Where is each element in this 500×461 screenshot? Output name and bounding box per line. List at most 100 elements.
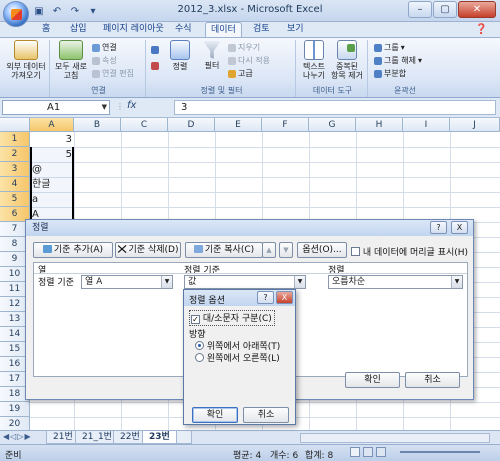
redo-icon[interactable]: ↷ (68, 4, 82, 18)
options-dialog-title: 정렬 옵션 (189, 296, 225, 306)
help-button[interactable]: ? (430, 221, 447, 234)
horizontal-scrollbar[interactable] (300, 433, 490, 443)
cell-A3[interactable]: @ (30, 162, 74, 177)
data-validation-button[interactable] (347, 42, 355, 53)
dialog-close-button[interactable]: X (451, 221, 468, 234)
row-header[interactable]: 19 (0, 402, 30, 417)
text-to-columns-button[interactable]: 텍스트 나누기 (300, 40, 328, 80)
tab-formulas[interactable]: 수식 (170, 22, 197, 37)
edit-links-button[interactable]: 연결 편집 (92, 68, 134, 79)
column-header[interactable]: J (450, 118, 500, 132)
row-header[interactable]: 4 (0, 177, 30, 192)
close-button[interactable]: ✕ (458, 1, 496, 18)
delete-level-button[interactable]: 기준 삭제(D) (115, 242, 181, 258)
checkbox-checked[interactable]: ✓ (191, 315, 200, 324)
column-header[interactable]: A (30, 118, 74, 132)
tab-page-layout[interactable]: 페이지 레이아웃 (98, 22, 169, 37)
column-header[interactable]: F (262, 118, 309, 132)
normal-view-icon[interactable] (350, 447, 360, 457)
text-to-columns-label: 텍스트 나누기 (302, 62, 326, 80)
help-icon[interactable]: ❓ (470, 22, 492, 37)
has-headers-checkbox[interactable]: 내 데이터에 머리글 표시(H) (351, 245, 468, 258)
sort-on-select[interactable]: 값 ▼ (184, 275, 306, 289)
sheet-navigation-icon[interactable]: ◀◁▷▶ (3, 432, 32, 441)
sort-descending-button[interactable] (151, 60, 159, 71)
name-box[interactable]: A1 ▼ (2, 100, 110, 115)
cancel-button[interactable]: 취소 (405, 372, 460, 388)
chevron-down-icon[interactable]: ▼ (161, 276, 172, 288)
page-layout-view-icon[interactable] (363, 447, 373, 457)
move-up-button[interactable]: ▲ (262, 242, 276, 258)
sort-button[interactable]: 정렬 (166, 40, 194, 71)
column-header[interactable]: I (403, 118, 450, 132)
clear-button[interactable]: 지우기 (228, 42, 260, 53)
cell-A5[interactable]: a (30, 192, 74, 207)
subtotal-button[interactable]: 부분합 (374, 68, 406, 79)
options-close-button[interactable]: X (276, 291, 293, 304)
connections-button[interactable]: 연결 (92, 42, 117, 53)
splitter-handle[interactable]: ⋮ (116, 102, 124, 112)
chevron-down-icon[interactable]: ▼ (451, 276, 462, 288)
row-header[interactable]: 2 (0, 147, 30, 162)
reapply-button[interactable]: 다시 적용 (228, 55, 270, 66)
refresh-all-button[interactable]: 모두 새로 고침 (54, 40, 88, 80)
insert-sheet-icon[interactable] (176, 431, 192, 444)
left-to-right-radio[interactable]: 왼쪽에서 오른쪽(L) (195, 351, 280, 364)
page-break-view-icon[interactable] (376, 447, 386, 457)
radio-selected[interactable] (195, 341, 204, 350)
tab-data[interactable]: 데이터 (205, 22, 242, 38)
add-level-button[interactable]: 기준 추가(A) (33, 242, 113, 258)
options-help-button[interactable]: ? (257, 291, 274, 304)
options-cancel-button[interactable]: 취소 (243, 407, 289, 423)
cell-A2[interactable]: 5 (30, 147, 74, 162)
checkbox[interactable] (351, 247, 360, 256)
advanced-filter-button[interactable]: 고급 (228, 68, 253, 79)
column-select[interactable]: 열 A ▼ (81, 275, 173, 289)
move-down-button[interactable]: ▼ (279, 242, 293, 258)
tab-review[interactable]: 검토 (248, 22, 275, 37)
clear-label: 지우기 (238, 43, 261, 52)
header-divider (34, 273, 467, 274)
chevron-down-icon[interactable]: ▼ (102, 101, 107, 114)
undo-icon[interactable]: ↶ (50, 4, 64, 18)
cell-A1[interactable]: 3 (30, 132, 74, 147)
chevron-down-icon[interactable]: ▼ (294, 276, 305, 288)
options-button[interactable]: 옵션(O)... (297, 242, 347, 258)
column-header[interactable]: B (74, 118, 121, 132)
row-header[interactable]: 3 (0, 162, 30, 177)
select-all-corner[interactable] (0, 118, 30, 132)
group-button[interactable]: 그룹 ▾ (374, 42, 405, 53)
column-header[interactable]: C (121, 118, 168, 132)
column-header[interactable]: H (356, 118, 403, 132)
ungroup-button[interactable]: 그룹 해제 ▾ (374, 55, 422, 66)
copy-level-button[interactable]: 기준 복사(C) (185, 242, 263, 258)
case-sensitive-checkbox[interactable]: ✓ 대/소문자 구분(C) (189, 310, 275, 326)
order-select[interactable]: 오름차순 ▼ (328, 275, 463, 289)
column-header[interactable]: D (168, 118, 215, 132)
column-header[interactable]: E (215, 118, 262, 132)
filter-button[interactable]: 필터 (198, 40, 226, 70)
ok-button[interactable]: 확인 (345, 372, 400, 388)
minimize-button[interactable]: – (408, 1, 432, 18)
tab-home[interactable]: 홈 (37, 22, 55, 37)
cell-A4[interactable]: 한글 (30, 177, 74, 192)
office-button[interactable] (3, 1, 29, 27)
options-ok-button[interactable]: 확인 (192, 407, 238, 423)
radio-unselected[interactable] (195, 353, 204, 362)
tab-insert[interactable]: 삽입 (65, 22, 92, 37)
row-header[interactable]: 1 (0, 132, 30, 147)
sort-ascending-button[interactable] (151, 44, 159, 55)
save-icon[interactable]: ▣ (32, 4, 46, 18)
row-header[interactable]: 20 (0, 417, 30, 430)
column-header[interactable]: G (309, 118, 356, 132)
zoom-slider[interactable] (400, 451, 480, 453)
external-data-button[interactable]: 외부 데이터 가져오기 (2, 40, 50, 80)
properties-button[interactable]: 속성 (92, 55, 117, 66)
customize-qat-icon[interactable]: ▾ (86, 4, 100, 18)
formula-input[interactable]: 3 (174, 100, 496, 115)
insert-function-button[interactable]: fx (127, 100, 136, 111)
sheet-tab-active[interactable]: 23번 (142, 431, 177, 444)
maximize-button[interactable]: ▢ (433, 1, 457, 18)
row-header[interactable]: 5 (0, 192, 30, 207)
tab-view[interactable]: 보기 (282, 22, 309, 37)
